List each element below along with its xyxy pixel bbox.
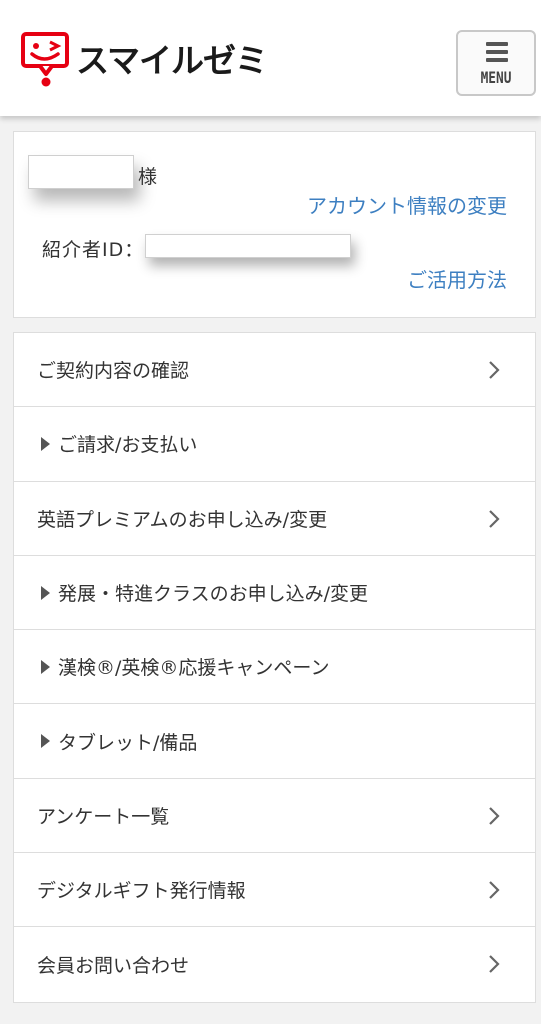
menu-item-billing-payment[interactable]: ご請求/お支払い xyxy=(14,407,535,482)
menu-label: MENU xyxy=(480,68,512,87)
referrer-id-field xyxy=(145,234,351,258)
menu-item-survey-list[interactable]: アンケート一覧 xyxy=(14,779,535,854)
menu-item-label: 英語プレミアムのお申し込み/変更 xyxy=(37,508,328,531)
member-menu-list: ご契約内容の確認 ご請求/お支払い 英語プレミアムのお申し込み/変更 発展・特進… xyxy=(13,332,536,1003)
site-header: スマイルゼミ MENU xyxy=(0,0,541,116)
menu-item-label: ご請求/お支払い xyxy=(58,434,198,457)
triangle-right-icon xyxy=(41,436,50,451)
menu-item-label: アンケート一覧 xyxy=(37,805,170,828)
menu-item-member-inquiry[interactable]: 会員お問い合わせ xyxy=(14,927,535,1001)
chevron-right-icon xyxy=(489,955,500,974)
menu-item-label: 漢検®/英検®応援キャンペーン xyxy=(58,657,330,680)
menu-item-contract-details[interactable]: ご契約内容の確認 xyxy=(14,333,535,408)
menu-item-kanken-eiken-campaign[interactable]: 漢検®/英検®応援キャンペーン xyxy=(14,630,535,705)
smile-face-logo-icon xyxy=(21,32,69,87)
triangle-right-icon xyxy=(41,585,50,600)
menu-button[interactable]: MENU xyxy=(456,30,536,96)
account-info-card: 様 アカウント情報の変更 紹介者ID： ご活用方法 xyxy=(13,131,536,318)
smile-zemi-logo[interactable]: スマイルゼミ xyxy=(20,28,268,88)
usage-guide-link[interactable]: ご活用方法 xyxy=(407,264,507,293)
chevron-right-icon xyxy=(489,509,500,528)
triangle-right-icon xyxy=(41,734,50,749)
triangle-right-icon xyxy=(41,659,50,674)
menu-item-label: デジタルギフト発行情報 xyxy=(37,880,246,903)
change-account-info-link[interactable]: アカウント情報の変更 xyxy=(307,190,507,219)
chevron-right-icon xyxy=(489,361,500,379)
menu-item-label: 発展・特進クラスのお申し込み/変更 xyxy=(58,583,369,606)
menu-item-label: ご契約内容の確認 xyxy=(37,360,190,383)
menu-item-tablet-equipment[interactable]: タブレット/備品 xyxy=(14,704,535,779)
member-name-field xyxy=(28,155,134,189)
chevron-right-icon xyxy=(489,881,500,899)
logo-text: スマイルゼミ xyxy=(76,41,268,80)
hamburger-icon xyxy=(486,42,508,64)
menu-item-digital-gift[interactable]: デジタルギフト発行情報 xyxy=(14,853,535,928)
menu-item-label: タブレット/備品 xyxy=(58,731,198,754)
menu-item-label: 会員お問い合わせ xyxy=(37,955,190,978)
menu-item-advanced-class[interactable]: 発展・特進クラスのお申し込み/変更 xyxy=(14,556,535,631)
chevron-right-icon xyxy=(489,807,500,825)
menu-item-english-premium[interactable]: 英語プレミアムのお申し込み/変更 xyxy=(14,482,535,556)
honorific-label: 様 xyxy=(138,166,158,188)
referrer-id-label: 紹介者ID： xyxy=(42,239,145,261)
